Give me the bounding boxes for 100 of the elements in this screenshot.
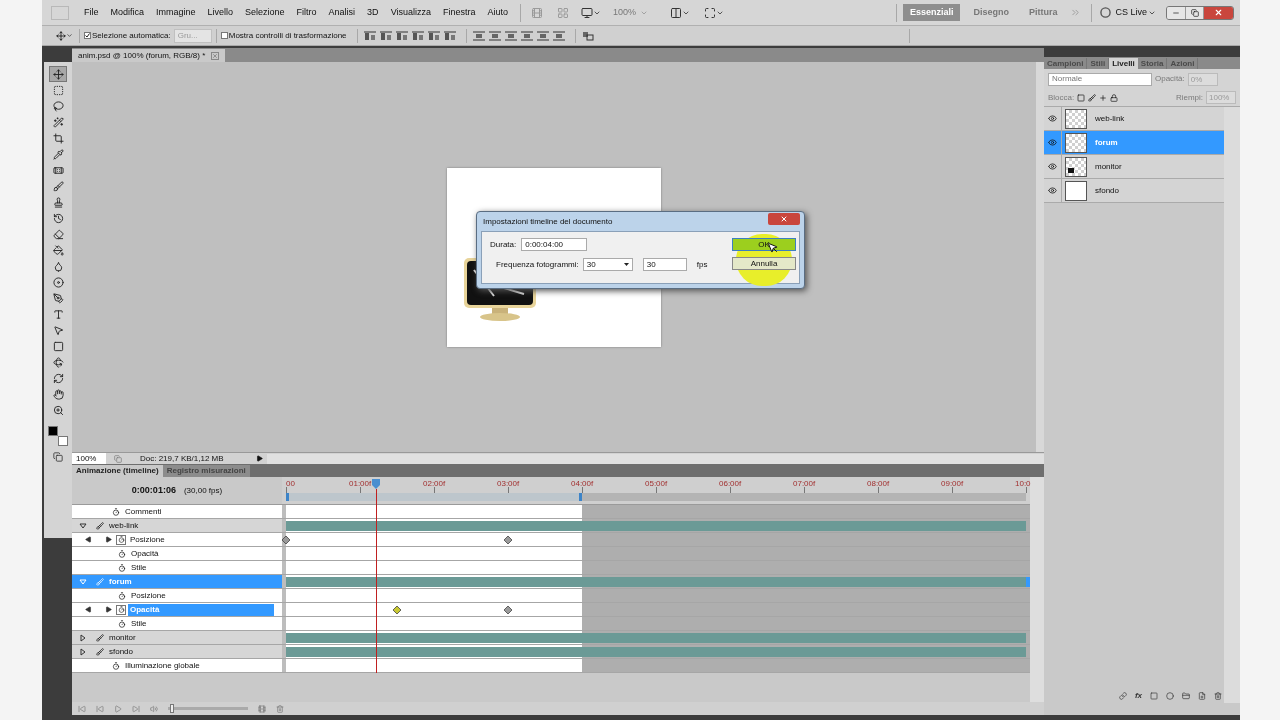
blend-mode-dropdown[interactable]: Normale xyxy=(1048,72,1152,86)
keyframe-icon[interactable] xyxy=(393,606,401,614)
unit-label: fps xyxy=(696,258,708,271)
expand-triangle-icon[interactable] xyxy=(79,647,87,656)
stopwatch-toggle[interactable] xyxy=(116,604,126,615)
background-color-swatch[interactable] xyxy=(58,436,68,446)
layer-row[interactable]: web-link xyxy=(1044,107,1224,131)
stopwatch-toggle[interactable] xyxy=(118,619,126,628)
layer-track-header[interactable]: sfondo xyxy=(72,645,282,659)
time-ruler[interactable]: 00 01:00f 02:00f 03:00f 04:00f 05:00f 06:00f 07:00f 08:00f 09:00f 10:0 xyxy=(282,477,1030,505)
document-tab[interactable]: anim.psd @ 100% (forum, RGB/8) * xyxy=(72,49,226,62)
effects-button[interactable]: fx xyxy=(1134,690,1142,702)
close-button[interactable] xyxy=(768,212,800,225)
quick-mask-icon[interactable] xyxy=(53,452,63,462)
checkbox[interactable] xyxy=(84,32,91,39)
pen-icon xyxy=(52,292,64,304)
screen-mode-icon[interactable] xyxy=(704,6,717,19)
cs-live-menu[interactable]: CS Live xyxy=(1115,5,1147,20)
next-keyframe-icon[interactable] xyxy=(105,536,112,543)
previous-keyframe-icon[interactable] xyxy=(85,606,92,613)
lock-position-icon[interactable] xyxy=(1099,93,1108,102)
folder-icon[interactable] xyxy=(1182,692,1190,700)
close-icon xyxy=(1214,8,1223,17)
menu-item[interactable]: Livello xyxy=(201,5,240,20)
stopwatch-toggle[interactable] xyxy=(118,563,126,572)
next-keyframe-icon[interactable] xyxy=(105,606,112,613)
horizontal-scrollbar[interactable] xyxy=(267,453,1044,464)
dialog-button[interactable]: OK xyxy=(732,238,796,251)
panel-tab[interactable]: Animazione (timeline) xyxy=(72,465,163,477)
stopwatch-icon[interactable] xyxy=(112,661,120,670)
keyframe-icon[interactable] xyxy=(282,536,290,544)
bandage-icon xyxy=(52,164,64,176)
visibility-icon[interactable] xyxy=(1048,162,1057,171)
property-name[interactable]: Stile xyxy=(129,561,149,574)
property-name[interactable]: Opacità xyxy=(129,547,161,560)
tool-button[interactable] xyxy=(49,66,67,82)
keyframe-icon[interactable] xyxy=(504,536,512,544)
frame-rate-field[interactable]: 30 xyxy=(642,258,687,271)
dialog-button[interactable]: Annulla xyxy=(732,257,796,270)
property-name[interactable]: Stile xyxy=(129,617,149,630)
slider-thumb[interactable] xyxy=(170,704,175,713)
duration-field[interactable]: 0:00:04:00 xyxy=(521,238,588,251)
stopwatch-toggle[interactable] xyxy=(118,549,126,558)
menu-item[interactable]: Visualizza xyxy=(384,5,437,20)
stopwatch-toggle[interactable] xyxy=(118,591,126,600)
visibility-icon[interactable] xyxy=(1048,114,1057,123)
adjustment-icon[interactable] xyxy=(1166,692,1174,700)
panel-tab[interactable]: Livelli xyxy=(1109,58,1138,69)
auto-align-icon[interactable] xyxy=(581,30,594,41)
lock-pixels-icon[interactable] xyxy=(1088,93,1097,102)
collapse-triangle-icon[interactable] xyxy=(79,521,87,530)
playhead-handle[interactable] xyxy=(371,479,380,489)
view-extras-icon[interactable] xyxy=(581,6,593,19)
new-layer-icon[interactable] xyxy=(1198,692,1206,700)
restore-button[interactable] xyxy=(1185,6,1203,19)
menu-item[interactable]: Modifica xyxy=(104,5,151,20)
layer-track-header[interactable]: monitor xyxy=(72,631,282,645)
frame-rate-dropdown[interactable]: 30 xyxy=(582,258,633,271)
dialog-title: Impostazioni timeline del documento xyxy=(482,215,613,228)
checkbox[interactable] xyxy=(220,32,228,39)
menu-item[interactable]: Immagine xyxy=(150,5,202,20)
property-name[interactable]: Posizione xyxy=(128,533,167,546)
previous-keyframe-icon[interactable] xyxy=(85,536,92,543)
expand-triangle-icon[interactable] xyxy=(79,633,87,642)
menu-item[interactable]: Analisi xyxy=(322,5,362,20)
menu-item[interactable]: Aiuto xyxy=(481,5,514,20)
minimize-button[interactable] xyxy=(1167,6,1185,19)
menu-item[interactable]: Selezione xyxy=(239,5,291,20)
vertical-scrollbar[interactable] xyxy=(1036,62,1044,452)
stopwatch-icon[interactable] xyxy=(112,507,120,516)
property-name[interactable]: Posizione xyxy=(129,589,168,602)
menu-item[interactable]: Filtro xyxy=(290,5,323,20)
foreground-color-swatch[interactable] xyxy=(48,426,58,436)
layer-row[interactable]: sfondo xyxy=(1044,179,1224,203)
droplet-icon xyxy=(52,260,64,272)
layer-row[interactable]: monitor xyxy=(1044,155,1224,179)
keyframe-icon[interactable] xyxy=(504,606,512,614)
vertical-scrollbar[interactable] xyxy=(1224,107,1240,703)
caret-icon[interactable] xyxy=(66,32,73,39)
zoom-field[interactable]: 100% xyxy=(72,453,106,464)
move-icon[interactable] xyxy=(56,30,66,41)
link-icon[interactable] xyxy=(1118,692,1127,700)
zoom-slider[interactable] xyxy=(168,704,248,713)
close-button[interactable] xyxy=(1203,6,1233,19)
menu-item[interactable]: 3D xyxy=(361,5,385,20)
layer-track-header[interactable]: web-link xyxy=(72,519,282,533)
vertical-scrollbar[interactable] xyxy=(1030,477,1044,702)
menu-item[interactable]: Finestra xyxy=(437,5,482,20)
mask-icon[interactable] xyxy=(1150,692,1158,700)
track-name: Illuminazione globale xyxy=(125,659,200,672)
ruler-label: 03:00f xyxy=(497,478,520,490)
rectangle-icon xyxy=(52,340,64,352)
arrange-icon[interactable] xyxy=(670,6,683,19)
visibility-icon[interactable] xyxy=(1048,138,1057,147)
delete-icon[interactable] xyxy=(1214,692,1222,700)
visibility-icon[interactable] xyxy=(1048,186,1057,195)
lock-all-icon[interactable] xyxy=(1110,93,1119,102)
menu-arrow-icon[interactable] xyxy=(256,455,263,462)
menu-item[interactable]: File xyxy=(78,5,105,20)
stopwatch-toggle[interactable] xyxy=(116,534,126,545)
